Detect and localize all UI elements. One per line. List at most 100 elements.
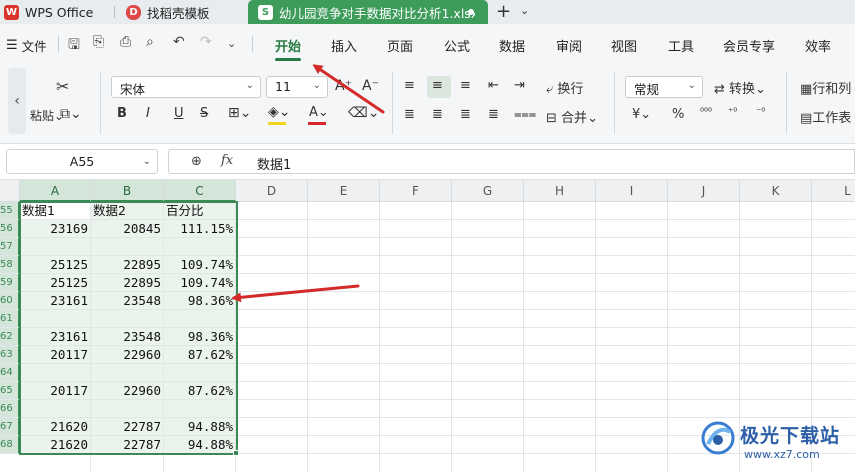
row-header[interactable]: 68 [0, 436, 20, 454]
chevron-down-icon[interactable]: ⌄ [520, 4, 529, 17]
tab-efficiency[interactable]: 效率 [805, 36, 831, 55]
percent-icon[interactable]: % [672, 107, 684, 122]
formula-value: 数据1 [257, 158, 292, 173]
italic-button[interactable]: I [146, 106, 150, 121]
indent-decrease-icon[interactable]: ⇤ [488, 78, 499, 93]
indent-increase-icon[interactable]: ⇥ [514, 78, 525, 93]
row-header[interactable]: 56 [0, 220, 20, 238]
font-color-icon[interactable]: A⌄ [309, 105, 329, 120]
column-header-h[interactable]: H [524, 180, 596, 202]
tab-formula[interactable]: 公式 [444, 36, 470, 55]
align-left-icon[interactable]: ≣ [404, 107, 415, 122]
decrease-decimal-icon[interactable]: ⁻⁰ [756, 107, 765, 118]
redo-icon[interactable]: ↷ [200, 34, 212, 50]
column-header-g[interactable]: G [452, 180, 524, 202]
decrease-font-icon[interactable]: A⁻ [362, 78, 379, 94]
column-header-c[interactable]: C [164, 180, 236, 202]
name-box[interactable]: A55 ⌄ [6, 149, 158, 174]
underline-button[interactable]: U [174, 106, 184, 121]
align-bottom-icon[interactable]: ≡ [460, 78, 471, 93]
column-header-j[interactable]: J [668, 180, 740, 202]
tab-member[interactable]: 会员专享 [723, 36, 775, 55]
print-preview-icon[interactable]: ⌕ [146, 34, 154, 50]
align-top-icon[interactable]: ≡ [404, 78, 415, 93]
file-menu[interactable]: ☰ 文件 [6, 36, 47, 55]
row-header[interactable]: 58 [0, 256, 20, 274]
gridline-vertical [667, 202, 668, 472]
worksheet-button[interactable]: ▤工作表 [800, 107, 851, 126]
column-header-b[interactable]: B [91, 180, 164, 202]
font-size-select[interactable]: 11 ⌄ [266, 76, 328, 98]
number-format-select[interactable]: 常规 ⌄ [625, 76, 703, 98]
format-painter-icon[interactable]: ⧉⌄ [60, 106, 82, 122]
distribute-icon[interactable]: ⩶ [514, 107, 536, 122]
row-header[interactable]: 65 [0, 382, 20, 400]
justify-icon[interactable]: ≣ [488, 107, 499, 122]
align-center-icon[interactable]: ≣ [432, 107, 443, 122]
column-header-e[interactable]: E [308, 180, 380, 202]
row-header[interactable]: 67 [0, 418, 20, 436]
tab-spreadsheet-file[interactable]: S 幼儿园竞争对手数据对比分析1.xlsx [248, 0, 488, 24]
column-header-d[interactable]: D [236, 180, 308, 202]
tab-home[interactable]: 开始 [275, 36, 301, 55]
convert-icon: ⇄ [714, 82, 725, 97]
formula-input[interactable]: ⊕ fx 数据1 [168, 149, 855, 174]
strikethrough-icon[interactable]: S̶ [200, 106, 208, 121]
eraser-icon[interactable]: ⌫⌄ [348, 105, 380, 121]
row-header[interactable]: 62 [0, 328, 20, 346]
row-header[interactable]: 59 [0, 274, 20, 292]
font-name-select[interactable]: 宋体 ⌄ [111, 76, 261, 98]
thousands-icon[interactable]: ⁰⁰⁰ [700, 107, 712, 118]
watermark-brand: 极光下载站 [740, 425, 841, 447]
bold-button[interactable]: B [117, 106, 127, 121]
tab-view[interactable]: 视图 [611, 36, 637, 55]
column-header-a[interactable]: A [20, 180, 91, 202]
print-icon[interactable]: ⎙ [120, 34, 131, 50]
fx-icon[interactable]: fx [221, 153, 233, 168]
tab-insert[interactable]: 插入 [331, 36, 357, 55]
select-all-corner[interactable] [0, 180, 20, 202]
row-header[interactable]: 66 [0, 400, 20, 418]
tab-page[interactable]: 页面 [387, 36, 413, 55]
row-header[interactable]: 60 [0, 292, 20, 310]
border-icon[interactable]: ⊞⌄ [228, 105, 251, 121]
increase-decimal-icon[interactable]: ⁺⁰ [728, 107, 737, 118]
row-header[interactable]: 61 [0, 310, 20, 328]
cut-icon[interactable]: ✂ [56, 77, 69, 96]
chevron-down-icon: ⌄ [142, 156, 151, 167]
row-header[interactable]: 57 [0, 238, 20, 256]
tab-review[interactable]: 审阅 [556, 36, 582, 55]
watermark-url: www.xz7.com [744, 448, 820, 461]
save-icon[interactable]: 🖫 [68, 34, 80, 58]
increase-font-icon[interactable]: A⁺ [335, 78, 352, 94]
row-header[interactable]: 64 [0, 364, 20, 382]
fill-handle[interactable] [233, 450, 239, 456]
tab-template[interactable]: D 找稻壳模板 [116, 0, 244, 24]
row-column-button[interactable]: ▦行和列 [800, 78, 851, 97]
new-tab-icon[interactable]: + [496, 1, 511, 22]
align-right-icon[interactable]: ≣ [460, 107, 471, 122]
tab-wps-office[interactable]: W WPS Office [0, 0, 112, 24]
wrap-text-button[interactable]: ⤶ 换行 [546, 78, 583, 97]
paste-button[interactable]: 粘贴⌄ [30, 107, 64, 124]
zoom-icon[interactable]: ⊕ [191, 154, 202, 169]
column-header-k[interactable]: K [740, 180, 812, 202]
align-middle-icon[interactable]: ≡ [432, 78, 443, 93]
currency-icon[interactable]: ¥⌄ [632, 107, 651, 122]
column-header-i[interactable]: I [596, 180, 668, 202]
customize-chevron-icon[interactable]: ⌄ [227, 37, 236, 50]
export-icon[interactable]: ⎘ [93, 34, 104, 50]
merge-icon: ⊟ [546, 111, 557, 126]
fill-color-icon[interactable]: ◈⌄ [268, 104, 291, 120]
tab-data[interactable]: 数据 [499, 36, 525, 55]
tab-tools[interactable]: 工具 [668, 36, 694, 55]
merge-button[interactable]: ⊟ 合并⌄ [546, 107, 598, 126]
column-header-f[interactable]: F [380, 180, 452, 202]
undo-icon[interactable]: ↶ [173, 34, 185, 50]
row-header[interactable]: 55 [0, 202, 20, 220]
watermark-logo-icon [701, 421, 735, 455]
ribbon-scroll-left-icon[interactable]: ‹ [8, 68, 26, 134]
row-header[interactable]: 63 [0, 346, 20, 364]
column-header-l[interactable]: L [812, 180, 855, 202]
convert-button[interactable]: ⇄ 转换⌄ [714, 78, 766, 97]
